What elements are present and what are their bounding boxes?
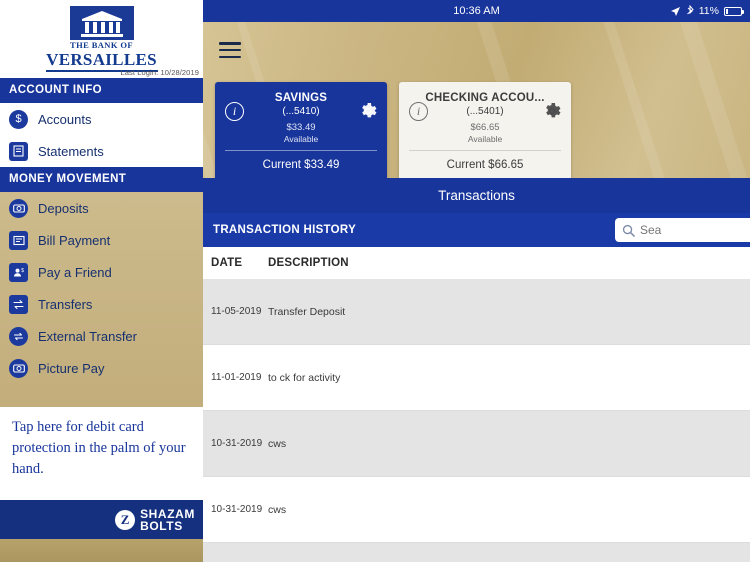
info-icon[interactable]: i bbox=[409, 102, 428, 121]
transaction-date: 10-31-2019 bbox=[211, 504, 263, 515]
transaction-history-label: TRANSACTION HISTORY bbox=[213, 224, 357, 236]
nav-list-account-info: $ Accounts Statements bbox=[0, 103, 203, 167]
sidebar-item-label: Picture Pay bbox=[38, 360, 105, 376]
shazam-brand-bottom: BOLTS bbox=[140, 518, 183, 533]
location-arrow-icon bbox=[670, 6, 680, 16]
transaction-date: 10-31-2019 bbox=[211, 438, 263, 449]
transfer-icon bbox=[9, 294, 28, 314]
svg-text:$: $ bbox=[21, 268, 24, 274]
sidebar: THE BANK OF VERSAILLES Last Login: 10/28… bbox=[0, 0, 203, 562]
promo-banner[interactable]: Tap here for debit card protection in th… bbox=[0, 407, 203, 500]
status-bar: 10:36 AM 11% bbox=[203, 0, 750, 22]
shazam-bolts-bar[interactable]: Z SHAZAM BOLTS bbox=[0, 500, 203, 539]
account-current-balance: Current $66.65 bbox=[446, 159, 524, 171]
info-icon[interactable]: i bbox=[225, 102, 244, 121]
sidebar-item-pay-a-friend[interactable]: $ Pay a Friend bbox=[0, 256, 203, 288]
transaction-date: 11-05-2019 bbox=[211, 306, 262, 317]
table-row[interactable]: 10-31-2019 cws bbox=[203, 411, 750, 477]
table-row[interactable]: 10-31-2019 cws bbox=[203, 477, 750, 543]
bill-icon bbox=[9, 230, 28, 250]
battery-percent: 11% bbox=[698, 5, 719, 17]
transaction-description: cws bbox=[268, 437, 287, 450]
camera-deposit-icon bbox=[9, 198, 28, 218]
logo-main-line: VERSAILLES bbox=[46, 49, 157, 69]
sidebar-item-label: Deposits bbox=[38, 200, 89, 216]
column-header-date: DATE bbox=[211, 257, 243, 269]
transaction-description: to ck for activity bbox=[268, 371, 341, 384]
gear-icon[interactable] bbox=[542, 101, 562, 121]
table-row[interactable] bbox=[203, 543, 750, 562]
hamburger-menu-icon[interactable] bbox=[219, 42, 241, 58]
sidebar-item-bill-payment[interactable]: Bill Payment bbox=[0, 224, 203, 256]
transactions-title: Transactions bbox=[438, 188, 515, 203]
document-icon bbox=[9, 141, 28, 161]
section-header-account-info: ACCOUNT INFO bbox=[0, 78, 203, 103]
camera-icon bbox=[9, 358, 28, 378]
sidebar-item-label: Statements bbox=[38, 143, 104, 159]
account-available-label: Available bbox=[283, 134, 319, 144]
search-box[interactable] bbox=[615, 218, 750, 242]
column-header-description: DESCRIPTION bbox=[268, 257, 349, 269]
transaction-date: 11-01-2019 bbox=[211, 372, 262, 383]
sidebar-item-label: Transfers bbox=[38, 296, 93, 312]
transaction-column-headers: DATE DESCRIPTION bbox=[203, 247, 750, 279]
bank-building-icon bbox=[69, 6, 134, 41]
status-bar-right: 11% bbox=[670, 0, 744, 22]
main-pane: 10:36 AM 11% i SAVINGS (...5410) $33.49 … bbox=[203, 0, 750, 562]
account-amount: $33.49 bbox=[286, 122, 316, 133]
bluetooth-icon bbox=[686, 5, 694, 15]
dollar-icon: $ bbox=[9, 109, 28, 129]
sidebar-item-accounts[interactable]: $ Accounts bbox=[0, 103, 203, 135]
sidebar-item-label: Bill Payment bbox=[38, 232, 111, 248]
sidebar-footer-strip bbox=[0, 539, 203, 562]
search-input[interactable] bbox=[640, 223, 732, 237]
last-login-text: Last Login: 10/28/2019 bbox=[120, 68, 199, 77]
section-header-money-movement: MONEY MOVEMENT bbox=[0, 167, 203, 192]
nav-list-money-movement: Deposits Bill Payment $ Pay a Friend Tra… bbox=[0, 192, 203, 384]
promo-text: Tap here for debit card protection in th… bbox=[12, 419, 186, 477]
table-row[interactable]: 11-01-2019 to ck for activity bbox=[203, 345, 750, 411]
logo-top-line: THE BANK OF bbox=[70, 40, 133, 51]
person-pay-icon: $ bbox=[9, 262, 28, 282]
transaction-history-bar: TRANSACTION HISTORY bbox=[203, 213, 750, 247]
transaction-description: Transfer Deposit bbox=[268, 305, 346, 318]
app-root: THE BANK OF VERSAILLES Last Login: 10/28… bbox=[0, 0, 750, 562]
account-card-savings[interactable]: i SAVINGS (...5410) $33.49 Available Cur… bbox=[215, 82, 387, 178]
sidebar-item-label: External Transfer bbox=[38, 328, 137, 344]
account-available-label: Available bbox=[467, 134, 503, 144]
search-icon bbox=[622, 224, 635, 237]
account-current-balance: Current $33.49 bbox=[262, 159, 340, 171]
sidebar-item-label: Pay a Friend bbox=[38, 264, 112, 280]
shazam-logo-icon: Z bbox=[115, 509, 136, 530]
status-bar-time: 10:36 AM bbox=[453, 5, 500, 17]
account-card-checking[interactable]: i CHECKING ACCOU... (...5401) $66.65 Ava… bbox=[399, 82, 571, 178]
sidebar-item-deposits[interactable]: Deposits bbox=[0, 192, 203, 224]
table-row[interactable]: 11-05-2019 Transfer Deposit bbox=[203, 279, 750, 345]
sidebar-item-label: Accounts bbox=[38, 111, 92, 127]
transactions-title-bar: Transactions bbox=[203, 178, 750, 213]
sidebar-item-transfers[interactable]: Transfers bbox=[0, 288, 203, 320]
bank-logo[interactable]: THE BANK OF VERSAILLES Last Login: 10/28… bbox=[0, 0, 203, 78]
external-transfer-icon bbox=[9, 326, 28, 346]
hero-wheat-background: i SAVINGS (...5410) $33.49 Available Cur… bbox=[203, 22, 750, 178]
sidebar-item-external-transfer[interactable]: External Transfer bbox=[0, 320, 203, 352]
sidebar-item-picture-pay[interactable]: Picture Pay bbox=[0, 352, 203, 384]
gear-icon[interactable] bbox=[358, 101, 378, 121]
transaction-description: cws bbox=[268, 503, 287, 516]
transaction-list[interactable]: 11-05-2019 Transfer Deposit 11-01-2019 t… bbox=[203, 279, 750, 562]
battery-icon bbox=[724, 6, 744, 16]
account-amount: $66.65 bbox=[470, 122, 500, 133]
sidebar-item-statements[interactable]: Statements bbox=[0, 135, 203, 167]
